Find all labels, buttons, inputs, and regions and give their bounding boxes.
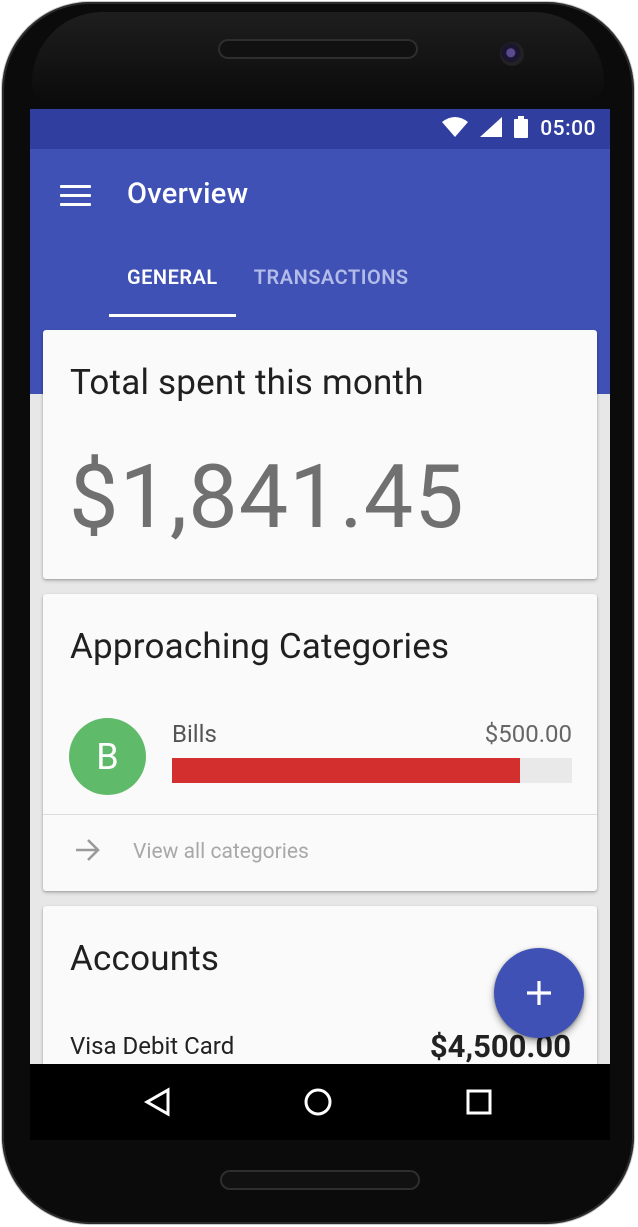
system-nav-bar — [30, 1064, 610, 1140]
total-spent-heading: Total spent this month — [70, 362, 424, 403]
category-progress-fill — [172, 758, 520, 783]
back-icon[interactable] — [138, 1082, 178, 1122]
front-camera — [500, 42, 524, 66]
tab-general[interactable]: GENERAL — [109, 257, 236, 317]
status-bar: 05:00 — [30, 109, 610, 149]
plus-icon — [527, 981, 551, 1005]
approaching-categories-card: Approaching Categories B Bills $500.00 V… — [43, 594, 597, 891]
view-all-categories-label: View all categories — [133, 840, 309, 864]
wifi-icon — [442, 117, 469, 141]
battery-icon — [514, 116, 529, 142]
category-progress-bar — [172, 758, 572, 783]
account-name: Visa Debit Card — [70, 1032, 235, 1060]
signal-icon — [480, 117, 503, 141]
category-name: Bills — [172, 720, 217, 748]
recents-icon[interactable] — [459, 1082, 499, 1122]
phone-frame: 05:00 Overview GENERAL TRANSACTIONS Tota… — [2, 2, 634, 1224]
bottom-speaker — [220, 1170, 420, 1190]
total-spent-amount: $1,841.45 — [69, 446, 465, 549]
tab-transactions[interactable]: TRANSACTIONS — [236, 257, 427, 317]
home-icon[interactable] — [298, 1082, 338, 1122]
phone-screen: 05:00 Overview GENERAL TRANSACTIONS Tota… — [30, 109, 610, 1064]
add-fab-button[interactable] — [494, 948, 584, 1038]
hamburger-menu-icon[interactable] — [60, 185, 91, 207]
approaching-categories-heading: Approaching Categories — [70, 626, 450, 667]
accounts-heading: Accounts — [70, 938, 220, 979]
category-amount: $500.00 — [484, 720, 572, 748]
top-speaker — [218, 39, 418, 59]
page-title: Overview — [127, 177, 249, 211]
tab-bar: GENERAL TRANSACTIONS — [109, 257, 427, 317]
status-time: 05:00 — [540, 117, 596, 141]
view-all-categories-link[interactable]: View all categories — [43, 815, 597, 891]
total-spent-card[interactable]: Total spent this month $1,841.45 — [43, 330, 597, 579]
category-avatar: B — [69, 718, 146, 795]
arrow-right-icon — [76, 839, 100, 861]
